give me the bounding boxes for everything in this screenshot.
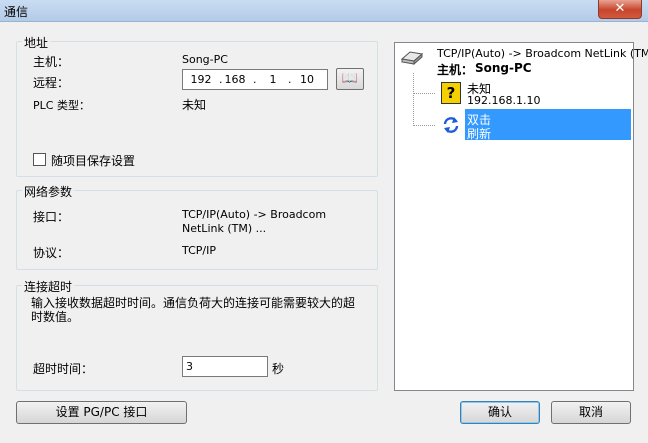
refresh-icon[interactable]: [441, 115, 461, 135]
tree-connector: [413, 125, 435, 126]
address-book-button[interactable]: 📖: [336, 68, 364, 90]
refresh-line2: 刷新: [467, 127, 492, 141]
plc-type-label: PLC 类型：: [33, 99, 90, 112]
dialog-client: 地址 主机： Song-PC 远程： 192 . 168 . 1 . 10 📖 …: [2, 22, 648, 441]
remote-label: 远程：: [33, 76, 70, 90]
ip-octet-4[interactable]: 10: [295, 73, 319, 86]
ok-button[interactable]: 确认: [460, 401, 540, 424]
tree-host-prefix: 主机：: [437, 63, 474, 77]
title-bar: 通信 ✕: [0, 0, 648, 22]
remote-ip-field[interactable]: 192 . 168 . 1 . 10: [182, 69, 328, 90]
network-adapter-icon: [400, 49, 424, 66]
interface-label: 接口：: [33, 210, 70, 224]
save-with-project-label[interactable]: 随项目保存设置: [51, 152, 135, 169]
network-group-title: 网络参数: [22, 183, 75, 200]
set-pgpc-interface-button[interactable]: 设置 PG/PC 接口: [16, 401, 187, 424]
tree-connector: [413, 93, 435, 94]
ip-dot: .: [253, 73, 257, 86]
close-button[interactable]: ✕: [598, 0, 642, 19]
window-title: 通信: [4, 5, 29, 19]
address-book-icon: 📖: [341, 71, 359, 86]
protocol-label: 协议：: [33, 246, 70, 260]
host-label: 主机：: [33, 55, 70, 69]
unknown-device-icon: ?: [441, 82, 461, 104]
tree-host-name: Song-PC: [475, 61, 532, 75]
cancel-button[interactable]: 取消: [551, 401, 631, 424]
protocol-value: TCP/IP: [182, 244, 216, 257]
timeout-label: 超时时间：: [33, 362, 94, 376]
interface-value: TCP/IP(Auto) -> Broadcom NetLink (TM) ..…: [182, 208, 327, 235]
device-ip[interactable]: 192.168.1.10: [467, 94, 540, 107]
refresh-item-highlight[interactable]: 双击 刷新: [465, 109, 631, 141]
ip-octet-1[interactable]: 192: [189, 73, 213, 86]
save-with-project-checkbox[interactable]: [33, 153, 46, 166]
tree-root-label[interactable]: TCP/IP(Auto) -> Broadcom NetLink (TM): [437, 47, 648, 60]
address-group-title: 地址: [22, 34, 51, 51]
timeout-unit: 秒: [272, 362, 285, 376]
plc-type-value: 未知: [182, 98, 207, 112]
ip-octet-3[interactable]: 1: [261, 73, 285, 86]
host-value: Song-PC: [182, 53, 228, 66]
timeout-group-title: 连接超时: [22, 278, 75, 295]
ip-octet-2[interactable]: 168: [223, 73, 247, 86]
timeout-description: 输入接收数据超时时间。通信负荷大的连接可能需要较大的超时数值。: [31, 296, 356, 324]
timeout-input[interactable]: 3: [182, 356, 268, 377]
tree-connector: [413, 73, 414, 126]
ip-dot: .: [288, 73, 292, 86]
ip-dot: .: [219, 73, 223, 86]
network-tree-panel[interactable]: TCP/IP(Auto) -> Broadcom NetLink (TM) 主机…: [394, 42, 648, 391]
